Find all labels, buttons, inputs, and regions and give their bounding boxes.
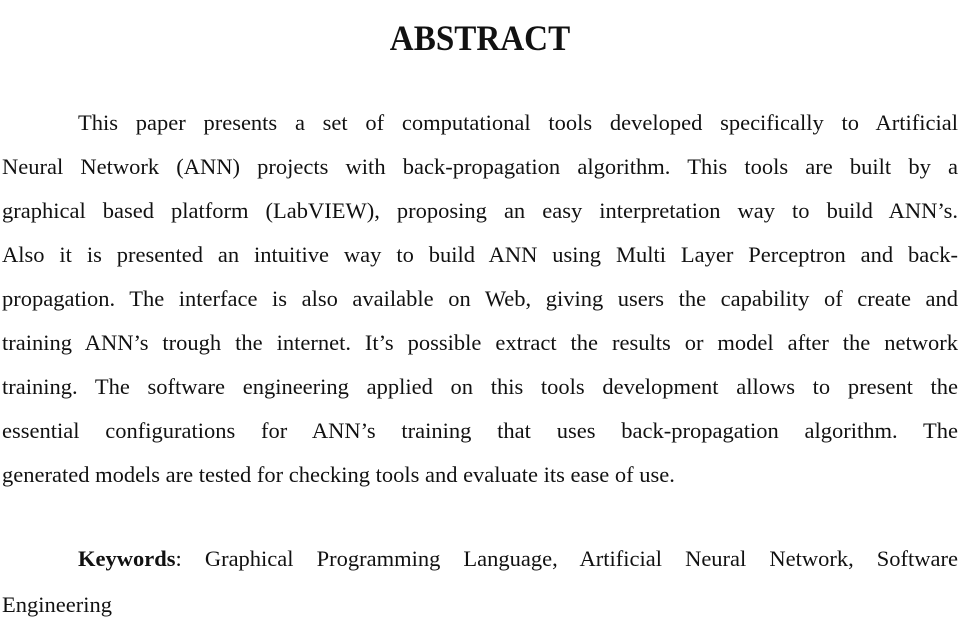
abstract-line: Also it is presented an intuitive way to… [2,242,958,267]
keywords-text: Graphical Programming Language, Artifici… [204,546,958,571]
abstract-title: ABSTRACT [389,18,571,59]
keywords-label: Keywords [78,546,176,571]
abstract-line: Neural Network (ANN) projects with back-… [2,154,958,179]
abstract-line: generated models are tested for checking… [2,462,675,487]
abstract-line: training ANN’s trough the internet. It’s… [2,330,958,355]
abstract-line: essential configurations for ANN’s train… [2,418,958,443]
keywords-line: Keywords: Graphical Programming Language… [78,544,958,574]
abstract-line: This paper presents a set of computation… [78,110,958,135]
abstract-line: graphical based platform (LabVIEW), prop… [2,198,958,223]
keywords-separator: : [175,546,182,571]
keywords-line-continued: Engineering [2,592,112,617]
abstract-line: training. The software engineering appli… [2,374,958,399]
abstract-line: propagation. The interface is also avail… [2,286,958,311]
